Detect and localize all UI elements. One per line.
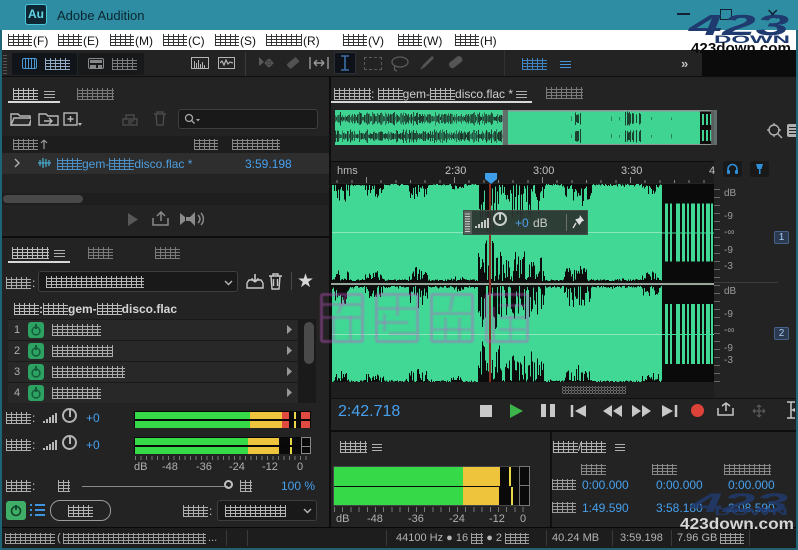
svg-text:423down.com: 423down.com <box>691 40 791 57</box>
svg-text:423down.com: 423down.com <box>680 516 794 533</box>
